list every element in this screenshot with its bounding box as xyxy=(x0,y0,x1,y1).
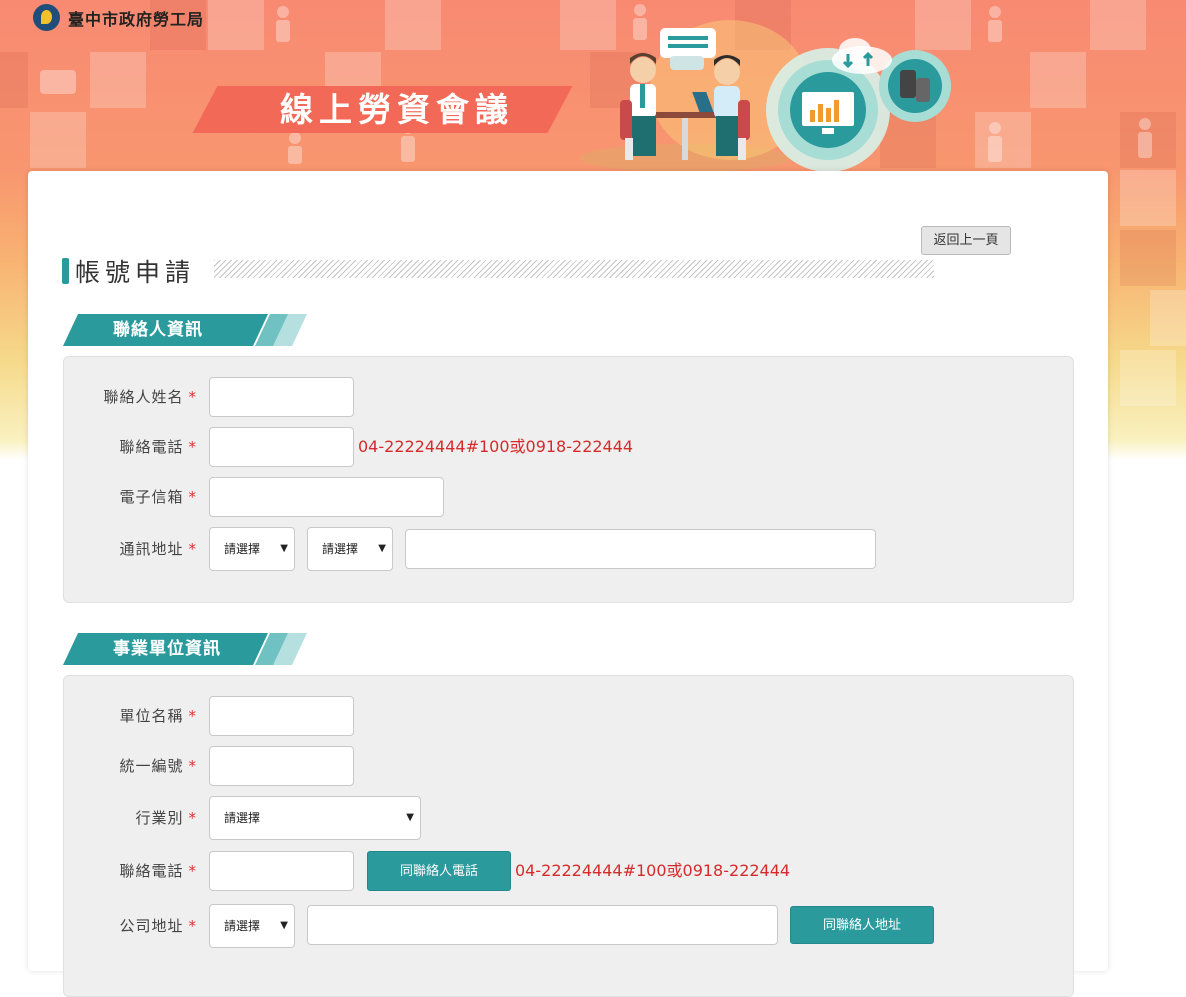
label-text: 聯絡電話 xyxy=(119,862,184,880)
tax-id-label: 統一編號 * xyxy=(64,746,197,786)
hero-illustration xyxy=(580,20,951,172)
contact-phone-hint: 04-22224444#100或0918-222444 xyxy=(358,437,634,456)
contact-city-select[interactable]: 請選擇 ▼ xyxy=(209,527,295,571)
required-mark: * xyxy=(188,388,197,406)
label-text: 聯絡電話 xyxy=(119,438,184,456)
section-title-contact: 聯絡人資訊 xyxy=(113,320,203,340)
unit-name-input[interactable] xyxy=(209,696,354,736)
company-address-input[interactable] xyxy=(307,905,778,945)
required-mark: * xyxy=(188,707,197,725)
label-text: 行業別 xyxy=(135,809,184,827)
unit-phone-row: 聯絡電話 * 同聯絡人電話 04-22224444#100或0918-222444 xyxy=(64,851,1073,891)
industry-select[interactable]: 請選擇 ▼ xyxy=(209,796,421,840)
label-text: 統一編號 xyxy=(119,757,184,775)
banner-title: 線上勞資會議 xyxy=(280,90,514,129)
section-tab-business: 事業單位資訊 xyxy=(63,633,308,665)
heading-divider xyxy=(214,260,934,278)
contact-phone-input[interactable] xyxy=(209,427,354,467)
section-title-business: 事業單位資訊 xyxy=(113,639,221,659)
org-logo[interactable]: 臺中市政府勞工局 xyxy=(33,4,204,31)
unit-name-label: 單位名稱 * xyxy=(64,696,197,736)
label-text: 單位名稱 xyxy=(119,707,184,725)
contact-email-label: 電子信箱 * xyxy=(64,477,197,517)
required-mark: * xyxy=(188,488,197,506)
unit-phone-hint: 04-22224444#100或0918-222444 xyxy=(515,861,791,880)
label-text: 聯絡人姓名 xyxy=(103,388,184,406)
label-text: 公司地址 xyxy=(119,917,184,935)
required-mark: * xyxy=(188,540,197,558)
chevron-down-icon: ▼ xyxy=(280,920,288,931)
section-tab-contact: 聯絡人資訊 xyxy=(63,314,308,346)
required-mark: * xyxy=(188,757,197,775)
contact-phone-row: 聯絡電話 * 04-22224444#100或0918-222444 xyxy=(64,427,1073,467)
contact-email-row: 電子信箱 * xyxy=(64,477,1073,517)
required-mark: * xyxy=(188,917,197,935)
back-button[interactable]: 返回上一頁 xyxy=(921,226,1011,255)
page-title: 帳號申請 xyxy=(75,258,196,287)
contact-phone-label: 聯絡電話 * xyxy=(64,427,197,467)
label-text: 通訊地址 xyxy=(119,540,184,558)
cloud-sync-icon xyxy=(832,38,892,74)
form-card: 返回上一頁 帳號申請 聯絡人資訊 聯絡人姓名 * 聯絡電話 * 04-2222444… xyxy=(28,171,1108,997)
chevron-down-icon: ▼ xyxy=(280,543,288,554)
same-as-contact-phone-button[interactable]: 同聯絡人電話 xyxy=(367,851,511,891)
contact-district-select[interactable]: 請選擇 ▼ xyxy=(307,527,393,571)
unit-phone-label: 聯絡電話 * xyxy=(64,851,197,891)
page-heading: 帳號申請 xyxy=(62,253,195,289)
tax-id-row: 統一編號 * xyxy=(64,746,1073,786)
select-value: 請選擇 xyxy=(224,919,261,933)
contact-name-label: 聯絡人姓名 * xyxy=(64,377,197,417)
industry-label: 行業別 * xyxy=(64,796,197,840)
label-text: 電子信箱 xyxy=(119,488,184,506)
unit-phone-input[interactable] xyxy=(209,851,354,891)
unit-name-row: 單位名稱 * xyxy=(64,696,1073,736)
contact-name-row: 聯絡人姓名 * xyxy=(64,377,1073,417)
contact-email-input[interactable] xyxy=(209,477,444,517)
required-mark: * xyxy=(188,438,197,456)
company-address-row: 公司地址 * 請選擇 ▼ 同聯絡人地址 xyxy=(64,904,1073,948)
required-mark: * xyxy=(188,809,197,827)
contact-name-input[interactable] xyxy=(209,377,354,417)
company-address-label: 公司地址 * xyxy=(64,904,197,948)
company-city-select[interactable]: 請選擇 ▼ xyxy=(209,904,295,948)
heading-accent-bar xyxy=(62,258,69,284)
business-panel: 單位名稱 * 統一編號 * 行業別 * 請選擇 ▼ 聯絡電話 * 同聯絡人電話 04-22… xyxy=(63,675,1074,997)
logo-icon xyxy=(33,4,60,31)
contact-address-row: 通訊地址 * 請選擇 ▼ 請選擇 ▼ xyxy=(64,527,1073,571)
chevron-down-icon: ▼ xyxy=(406,812,414,823)
select-value: 請選擇 xyxy=(322,542,359,556)
contact-address-input[interactable] xyxy=(405,529,876,569)
select-value: 請選擇 xyxy=(224,811,261,825)
industry-row: 行業別 * 請選擇 ▼ xyxy=(64,796,1073,840)
tax-id-input[interactable] xyxy=(209,746,354,786)
contact-address-label: 通訊地址 * xyxy=(64,527,197,571)
select-value: 請選擇 xyxy=(224,542,261,556)
required-mark: * xyxy=(188,862,197,880)
org-name: 臺中市政府勞工局 xyxy=(68,9,205,29)
contact-panel: 聯絡人姓名 * 聯絡電話 * 04-22224444#100或0918-222444… xyxy=(63,356,1074,603)
chevron-down-icon: ▼ xyxy=(378,543,386,554)
same-as-contact-address-button[interactable]: 同聯絡人地址 xyxy=(790,906,934,944)
